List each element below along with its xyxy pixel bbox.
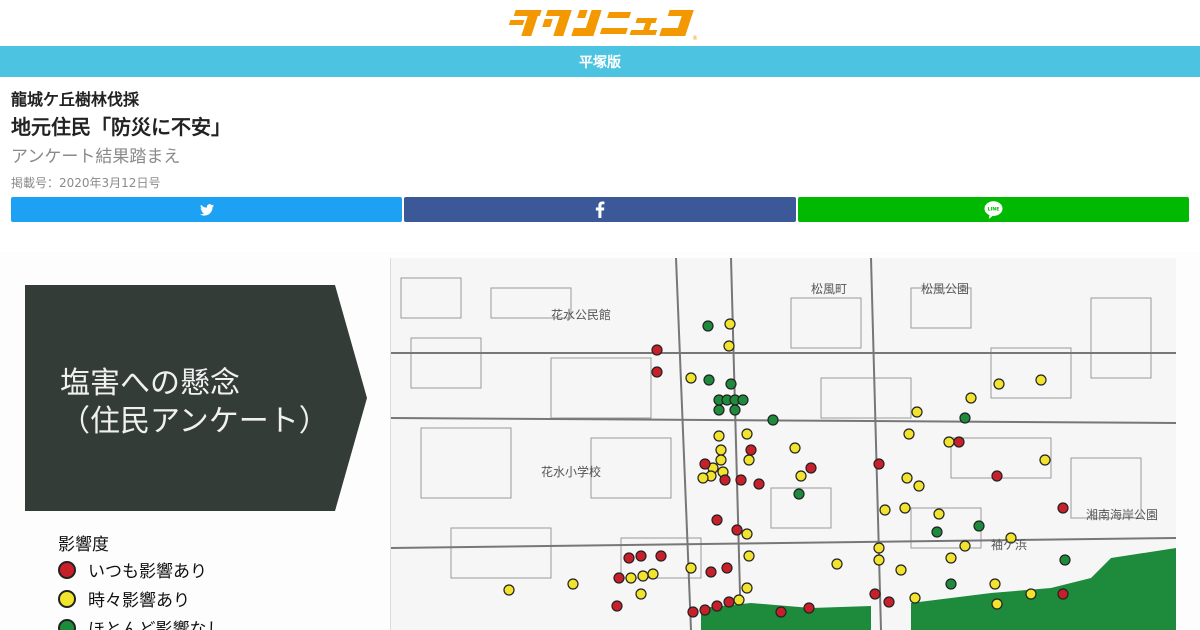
legend-item-rarely: ほとんど影響なし: [58, 614, 224, 630]
svg-text:®: ®: [692, 35, 697, 40]
legend-label: ほとんど影響なし: [88, 620, 224, 630]
line-share-button[interactable]: LINE: [798, 197, 1189, 222]
red-dot-icon: [58, 560, 76, 579]
article-title: 地元住民「防災に不安」: [11, 115, 231, 139]
legend-label: いつも影響あり: [88, 562, 207, 582]
twitter-share-button[interactable]: [11, 197, 402, 222]
svg-text:LINE: LINE: [988, 206, 1000, 212]
map-label-shofu-park: 松風公園: [921, 282, 970, 296]
panel-title: 塩害への懸念 （住民アンケート）: [60, 365, 329, 441]
map-label-sodegahama: 袖ケ浜: [991, 538, 1028, 552]
map-label-shonan-coast-park: 湘南海岸公園: [1086, 508, 1159, 522]
article-kicker: 龍城ケ丘樹林伐採: [11, 90, 140, 109]
map-label-kousuikominkan: 花水公民館: [551, 308, 612, 322]
legend-item-sometimes: 時々影響あり: [58, 585, 224, 612]
green-dot-icon: [58, 618, 76, 630]
yellow-dot-icon: [58, 589, 76, 608]
edition-label[interactable]: 平塚版: [579, 52, 621, 72]
legend-title: 影響度: [58, 535, 109, 555]
site-header: ®: [0, 0, 1200, 46]
article-image-salt-damage-map[interactable]: 塩害への懸念 （住民アンケート） 影響度 いつも影響あり 時々影響あり ほとんど…: [0, 252, 1200, 630]
line-chat-bubble-icon: LINE: [984, 200, 1003, 219]
legend-item-always: いつも影響あり: [58, 556, 224, 583]
map-label-kousui-elementary: 花水小学校: [541, 465, 602, 479]
facebook-f-icon: [595, 201, 605, 218]
panel-title-line2: （住民アンケート）: [60, 404, 329, 439]
legend-label: 時々影響あり: [88, 591, 190, 611]
map-label-shofucho: 松風町: [811, 282, 848, 296]
legend: 影響度 いつも影響あり 時々影響あり ほとんど影響なし: [58, 530, 224, 630]
townnews-logo[interactable]: ®: [503, 6, 697, 40]
map-drawing: [390, 257, 1177, 630]
facebook-share-button[interactable]: [404, 197, 796, 222]
publish-date: 掲載号：2020年3月12日号: [11, 176, 161, 190]
twitter-bird-icon: [199, 203, 214, 216]
panel-title-line1: 塩害への懸念: [60, 366, 240, 401]
article-subtitle: アンケート結果踏まえ: [11, 147, 181, 167]
edition-bar[interactable]: 平塚版: [0, 46, 1200, 77]
neighborhood-map: 花水公民館 松風町 松風公園 花水小学校 袖ケ浜 湘南海岸公園: [390, 257, 1177, 630]
